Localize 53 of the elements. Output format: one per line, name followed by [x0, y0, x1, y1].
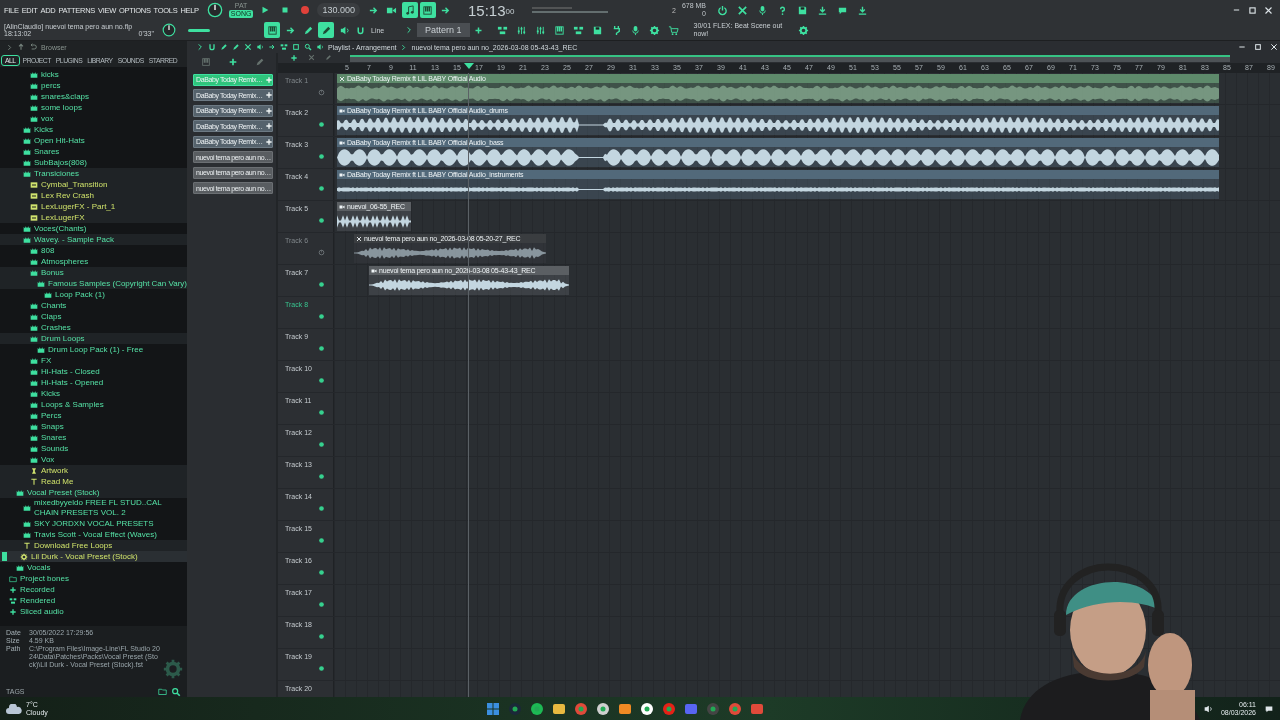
- tree-item[interactable]: Chants: [0, 300, 187, 311]
- tree-item[interactable]: SKY JORDXN VOCAL PRESETS: [0, 518, 187, 529]
- tree-item[interactable]: kicks: [0, 69, 187, 80]
- tree-item[interactable]: LexLugerFX - Part_1: [0, 201, 187, 212]
- tree-item[interactable]: Kicks: [0, 388, 187, 399]
- tree-item[interactable]: vox: [0, 113, 187, 124]
- tree-item[interactable]: SubBajos(808): [0, 157, 187, 168]
- tree-item[interactable]: Transiciones: [0, 168, 187, 179]
- tree-item[interactable]: mixedbyyeldo FREE FL STUD..CAL CHAIN PRESETS VOL. 2: [0, 498, 187, 518]
- tree-item[interactable]: Project bones: [0, 573, 187, 584]
- tree-item[interactable]: Famous Samples (Copyright Can Vary): [0, 278, 187, 289]
- tree-item[interactable]: some loops: [0, 102, 187, 113]
- tree-item[interactable]: Voces(Chants): [0, 223, 187, 234]
- tree-item[interactable]: Hi-Hats - Opened: [0, 377, 187, 388]
- tree-item[interactable]: Percs: [0, 410, 187, 421]
- tempo-display[interactable]: 130.000: [317, 3, 360, 17]
- tree-item[interactable]: Lil Durk - Vocal Preset (Stock): [0, 551, 187, 562]
- tree-item[interactable]: Loops & Samples: [0, 399, 187, 410]
- tree-item[interactable]: percs: [0, 80, 187, 91]
- tree-item[interactable]: Lex Rev Crash: [0, 190, 187, 201]
- tree-item[interactable]: Snares: [0, 432, 187, 443]
- tree-item[interactable]: LexLugerFX: [0, 212, 187, 223]
- tree-item[interactable]: Atmospheres: [0, 256, 187, 267]
- tree-item[interactable]: Drum Loop Pack (1) - Free: [0, 344, 187, 355]
- tree-item[interactable]: Recorded: [0, 584, 187, 595]
- tree-item[interactable]: Loop Pack (1): [0, 289, 187, 300]
- tree-item[interactable]: snares&claps: [0, 91, 187, 102]
- tree-item[interactable]: Rendered: [0, 595, 187, 606]
- tree-item[interactable]: Download Free Loops: [0, 540, 187, 551]
- tree-item[interactable]: Wavey. - Sample Pack: [0, 234, 187, 245]
- time-display: 15:13: [467, 1, 506, 19]
- tree-item[interactable]: Drum Loops: [0, 333, 187, 344]
- tree-item[interactable]: Travis Scott - Vocal Effect (Waves): [0, 529, 187, 540]
- tree-item[interactable]: Hi-Hats - Closed: [0, 366, 187, 377]
- tree-item[interactable]: Vocal Preset (Stock): [0, 487, 187, 498]
- tree-item[interactable]: Artwork: [0, 465, 187, 476]
- tree-item[interactable]: FX: [0, 355, 187, 366]
- time-display: 00: [505, 6, 515, 16]
- tree-item[interactable]: Sliced audio: [0, 606, 187, 617]
- pattern-selector[interactable]: Pattern 1: [417, 23, 470, 37]
- tree-item[interactable]: Vocals: [0, 562, 187, 573]
- tree-item[interactable]: 808: [0, 245, 187, 256]
- tree-item[interactable]: Vox: [0, 454, 187, 465]
- tree-item[interactable]: Kicks: [0, 124, 187, 135]
- tree-item[interactable]: Cymbal_Transition: [0, 179, 187, 190]
- tree-item[interactable]: Claps: [0, 311, 187, 322]
- tree-item[interactable]: Sounds: [0, 443, 187, 454]
- tree-item[interactable]: Open Hit-Hats: [0, 135, 187, 146]
- tree-item[interactable]: Bonus: [0, 267, 187, 278]
- tree-item[interactable]: Snaps: [0, 421, 187, 432]
- tree-item[interactable]: Read Me: [0, 476, 187, 487]
- tree-item[interactable]: Crashes: [0, 322, 187, 333]
- tree-item[interactable]: Snares: [0, 146, 187, 157]
